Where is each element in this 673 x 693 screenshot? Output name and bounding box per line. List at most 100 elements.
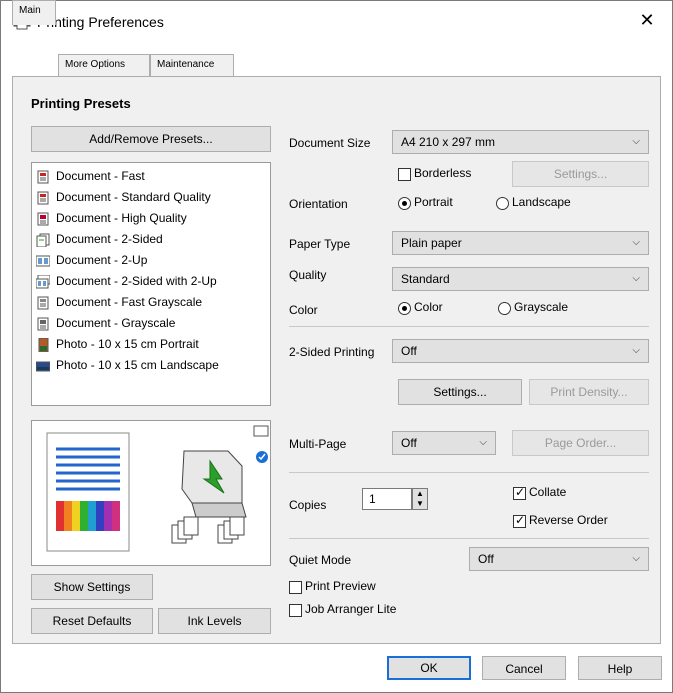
collate-checkbox[interactable] [513,485,526,500]
document-2-up-icon [35,254,51,268]
color-option-label: Color [414,300,443,314]
job-arranger-lite-checkbox[interactable] [289,604,302,617]
quiet-mode-value: Off [478,552,494,566]
cancel-button[interactable]: Cancel [482,656,566,680]
print-preview-checkbox[interactable] [289,581,302,594]
two-sided-settings-button[interactable]: Settings... [398,379,522,405]
portrait-radio[interactable] [398,197,411,210]
list-item[interactable]: Document - 2-Sided with 2-Up [35,271,217,291]
chevron-down-icon: ⌵ [632,553,640,564]
copies-input[interactable]: 1 [362,488,412,510]
list-item[interactable]: Document - Fast Grayscale [36,292,202,312]
document-fast-icon [36,170,50,184]
list-item[interactable]: Document - High Quality [36,208,187,228]
tab-maintenance-label: Maintenance [157,59,215,70]
document-standard-icon [36,191,50,205]
preset-label: Photo - 10 x 15 cm Landscape [56,358,219,372]
list-item[interactable]: Document - Fast [36,166,145,186]
color-radio[interactable] [398,302,411,315]
chevron-down-icon[interactable]: ▼ [416,499,424,508]
show-settings-button[interactable]: Show Settings [31,574,153,600]
tab-maintenance[interactable]: Maintenance [150,54,234,76]
preset-label: Document - Standard Quality [56,190,211,204]
portrait-label: Portrait [414,195,453,209]
printing-presets-heading: Printing Presets [31,96,131,111]
preview-illustration [46,425,269,552]
chevron-up-icon[interactable]: ▲ [416,489,424,498]
list-item[interactable]: Photo - 10 x 15 cm Landscape [35,355,219,375]
paper-type-label: Paper Type [289,237,351,251]
document-grayscale-icon [36,317,50,331]
list-item[interactable]: Document - Standard Quality [36,187,211,207]
multi-page-select[interactable]: Off ⌵ [392,431,496,455]
borderless-settings-button[interactable]: Settings... [512,161,649,187]
list-item[interactable]: Document - 2-Sided [36,229,163,249]
document-2-sided-2-up-icon [35,274,51,289]
title-bar: Printing Preferences ✕ [1,1,672,43]
job-arranger-lite-label: Job Arranger Lite [305,602,397,616]
collate-label: Collate [529,485,567,499]
two-sided-printing-select[interactable]: Off ⌵ [392,339,649,363]
document-2-sided-icon [36,233,50,248]
print-preview-label: Print Preview [305,579,376,593]
chevron-down-icon: ⌵ [479,437,487,448]
preset-label: Document - 2-Sided with 2-Up [56,274,217,288]
add-remove-presets-button[interactable]: Add/Remove Presets... [31,126,271,152]
preview-panel [31,420,271,566]
multi-page-value: Off [401,436,417,450]
print-density-button[interactable]: Print Density... [529,379,649,405]
two-sided-printing-label: 2-Sided Printing [289,345,375,359]
preset-label: Document - Fast Grayscale [56,295,203,309]
close-icon[interactable]: ✕ [636,9,658,31]
landscape-radio[interactable] [496,197,509,210]
quality-label: Quality [289,268,327,282]
multi-page-label: Multi-Page [289,437,347,451]
divider [289,326,649,327]
document-high-quality-icon [36,212,50,226]
reverse-order-label: Reverse Order [529,513,608,527]
preset-list[interactable]: Document - Fast Document - Standard Qual… [31,162,271,406]
ok-button[interactable]: OK [387,656,471,680]
document-size-select[interactable]: A4 210 x 297 mm ⌵ [392,130,649,154]
photo-landscape-icon [35,359,51,373]
copies-stepper[interactable]: ▲ ▼ [412,488,428,510]
list-item[interactable]: Document - 2-Up [35,250,148,270]
window-title: Printing Preferences [37,14,164,30]
tab-more-options-label: More Options [65,59,126,70]
help-button[interactable]: Help [578,656,662,680]
preset-label: Document - 2-Up [56,253,148,267]
landscape-label: Landscape [512,195,571,209]
grayscale-radio[interactable] [498,302,511,315]
quality-select[interactable]: Standard ⌵ [392,267,649,291]
chevron-down-icon: ⌵ [632,136,640,147]
page-order-button[interactable]: Page Order... [512,430,649,456]
grayscale-label: Grayscale [514,300,569,314]
list-item[interactable]: Document - Grayscale [36,313,175,333]
copies-label: Copies [289,498,327,512]
tab-more-options[interactable]: More Options [58,54,150,76]
chevron-down-icon: ⌵ [632,237,640,248]
quiet-mode-label: Quiet Mode [289,553,352,567]
divider [289,538,649,539]
chevron-down-icon: ⌵ [632,273,640,284]
borderless-checkbox[interactable] [398,168,411,181]
preset-label: Photo - 10 x 15 cm Portrait [56,337,199,351]
borderless-label: Borderless [414,166,472,180]
preset-label: Document - 2-Sided [56,232,163,246]
paper-type-select[interactable]: Plain paper ⌵ [392,231,649,255]
preset-label: Document - Fast [56,169,145,183]
document-size-label: Document Size [289,136,371,150]
ink-levels-button[interactable]: Ink Levels [158,608,271,634]
color-label: Color [289,303,318,317]
reverse-order-checkbox[interactable] [513,513,526,528]
tab-main-label: Main [19,5,41,16]
copies-value: 1 [369,492,376,506]
quiet-mode-select[interactable]: Off ⌵ [469,547,649,571]
tab-main[interactable]: Main [12,0,56,25]
photo-portrait-icon [36,337,50,353]
preset-label: Document - High Quality [56,211,187,225]
reset-defaults-button[interactable]: Reset Defaults [31,608,153,634]
preset-label: Document - Grayscale [56,316,176,330]
list-item[interactable]: Photo - 10 x 15 cm Portrait [36,334,199,354]
document-size-value: A4 210 x 297 mm [401,135,496,149]
